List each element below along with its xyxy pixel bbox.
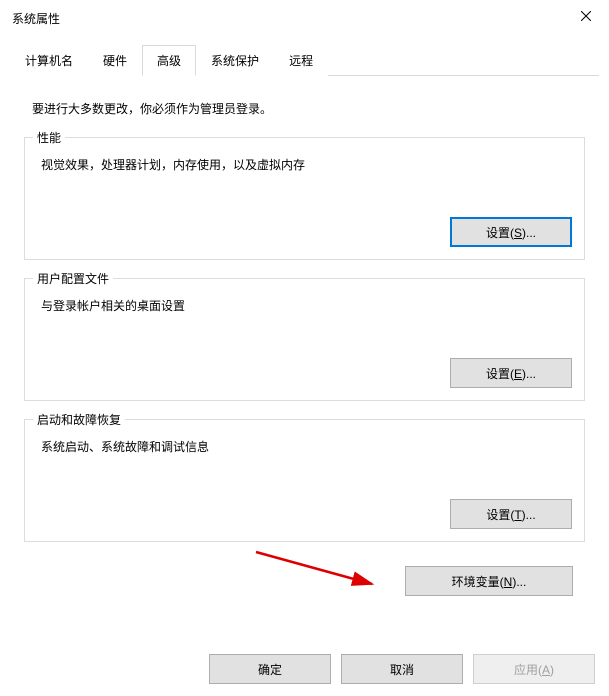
close-button[interactable] (563, 0, 609, 32)
ok-button[interactable]: 确定 (209, 654, 331, 684)
cancel-button[interactable]: 取消 (341, 654, 463, 684)
group-performance-title: 性能 (33, 129, 65, 146)
tab-strip: 计算机名 硬件 高级 系统保护 远程 (10, 44, 599, 76)
tab-system-protection[interactable]: 系统保护 (196, 45, 274, 76)
button-label: 环境变量(N)... (452, 575, 527, 589)
close-icon (581, 11, 591, 21)
group-startup: 启动和故障恢复 系统启动、系统故障和调试信息 设置(T)... (24, 419, 585, 542)
dialog-buttons: 确定 取消 应用(A) (209, 654, 595, 684)
group-profiles: 用户配置文件 与登录帐户相关的桌面设置 设置(E)... (24, 278, 585, 401)
group-performance: 性能 视觉效果，处理器计划，内存使用，以及虚拟内存 设置(S)... (24, 137, 585, 260)
button-label: 设置(E)... (486, 367, 536, 381)
tab-advanced[interactable]: 高级 (142, 45, 196, 76)
titlebar: 系统属性 (0, 0, 609, 36)
group-startup-desc: 系统启动、系统故障和调试信息 (37, 438, 572, 455)
group-startup-title: 启动和故障恢复 (33, 411, 125, 428)
button-label: 设置(T)... (486, 508, 535, 522)
button-label: 设置(S)... (486, 226, 536, 240)
intro-text: 要进行大多数更改，你必须作为管理员登录。 (32, 100, 577, 117)
group-performance-desc: 视觉效果，处理器计划，内存使用，以及虚拟内存 (37, 156, 572, 173)
environment-variables-button[interactable]: 环境变量(N)... (405, 566, 573, 596)
env-row: 环境变量(N)... (24, 566, 585, 596)
apply-button: 应用(A) (473, 654, 595, 684)
tab-computer-name[interactable]: 计算机名 (10, 45, 88, 76)
tab-remote[interactable]: 远程 (274, 45, 328, 76)
group-profiles-title: 用户配置文件 (33, 270, 113, 287)
group-profiles-desc: 与登录帐户相关的桌面设置 (37, 297, 572, 314)
window-title: 系统属性 (12, 10, 60, 27)
tab-hardware[interactable]: 硬件 (88, 45, 142, 76)
performance-settings-button[interactable]: 设置(S)... (450, 217, 572, 247)
profiles-settings-button[interactable]: 设置(E)... (450, 358, 572, 388)
startup-settings-button[interactable]: 设置(T)... (450, 499, 572, 529)
button-label: 应用(A) (514, 663, 554, 677)
tab-content: 要进行大多数更改，你必须作为管理员登录。 性能 视觉效果，处理器计划，内存使用，… (0, 76, 609, 604)
